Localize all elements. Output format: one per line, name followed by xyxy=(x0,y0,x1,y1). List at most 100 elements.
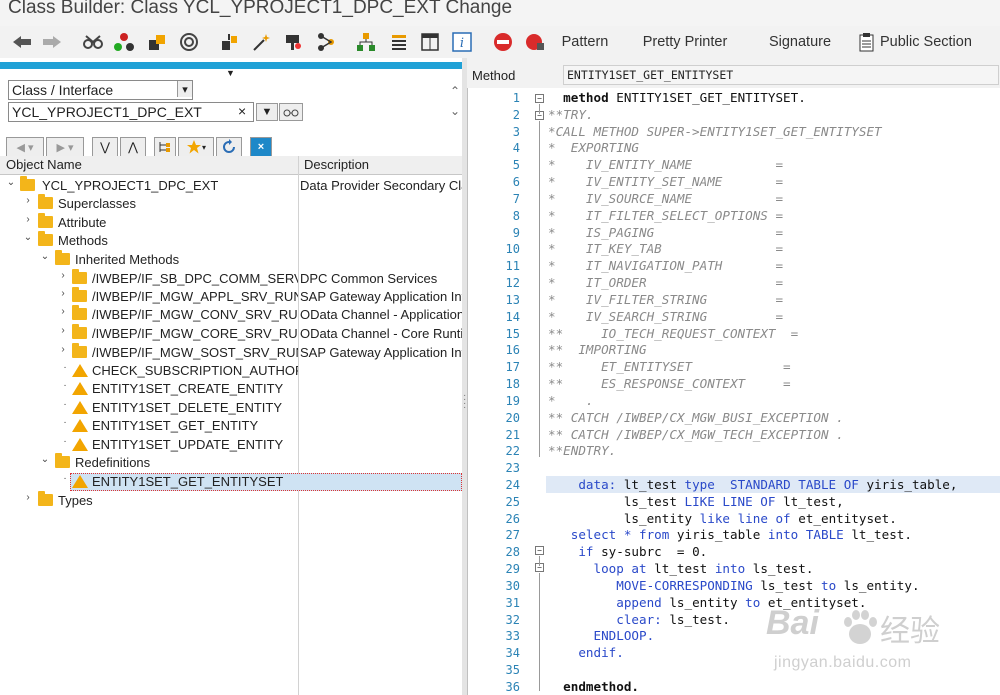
object-type-select[interactable]: Class / Interface ▾ xyxy=(8,80,193,100)
tree-forward-button[interactable]: ▶ ▾ xyxy=(46,137,84,157)
pattern-button[interactable]: Pattern xyxy=(560,31,610,53)
object-icon[interactable] xyxy=(218,31,240,53)
chevron-down-icon[interactable]: ▾ xyxy=(177,81,192,97)
tree-node-redefinitions[interactable]: ⌄ Redefinitions xyxy=(0,453,462,472)
expand-arrow-icon[interactable]: ⌄ xyxy=(6,177,16,188)
hierarchy-icon[interactable] xyxy=(315,31,337,53)
back-icon[interactable] xyxy=(10,31,34,53)
warning-triangle-icon xyxy=(72,382,88,395)
dropdown-arrow-icon[interactable]: ▼ xyxy=(226,68,235,78)
forward-icon[interactable] xyxy=(40,31,64,53)
code-line-34: endif. xyxy=(548,645,624,660)
method-label: Method xyxy=(472,68,516,83)
tree-node-method[interactable]: · ENTITY1SET_CREATE_ENTITY xyxy=(0,380,462,398)
watermark-brand-cn: 经验 xyxy=(880,615,940,648)
object-list-icon[interactable] xyxy=(282,31,304,53)
collapsed-arrow-icon[interactable]: › xyxy=(58,344,68,355)
tree-node-method[interactable]: · ENTITY1SET_DELETE_ENTITY xyxy=(0,399,462,417)
line-number: 19 xyxy=(505,394,520,408)
document-icon[interactable] xyxy=(419,31,441,53)
tree-node-interface[interactable]: › /IWBEP/IF_SB_DPC_COMM_SERVICES DPC Com… xyxy=(0,269,462,288)
glasses-icon[interactable] xyxy=(82,31,104,53)
favorites-star-icon[interactable]: ▾ xyxy=(178,137,214,157)
tree-node-inherited-methods[interactable]: ⌄ Inherited Methods xyxy=(0,250,462,269)
tree-node-methods[interactable]: ⌄ Methods xyxy=(0,231,462,250)
tree-node-superclasses[interactable]: › Superclasses xyxy=(0,194,462,213)
public-section-button[interactable]: Public Section xyxy=(880,31,974,53)
fold-toggle-icon[interactable]: − xyxy=(535,94,544,103)
code-line-21: ** CATCH /IWBEP/CX_MGW_TECH_EXCEPTION . xyxy=(548,427,844,442)
tree-node-method[interactable]: · ENTITY1SET_GET_ENTITY xyxy=(0,417,462,435)
code-line-2: **TRY. xyxy=(548,107,594,122)
tree-back-button[interactable]: ◀ ▾ xyxy=(6,137,44,157)
collapsed-arrow-icon[interactable]: › xyxy=(58,306,68,317)
folder-icon xyxy=(72,324,87,339)
breakpoint-icon[interactable] xyxy=(524,31,546,53)
collapsed-arrow-icon[interactable]: › xyxy=(58,325,68,336)
code-line-7: * IV_SOURCE_NAME = xyxy=(548,191,784,206)
collapsed-arrow-icon[interactable]: › xyxy=(58,288,68,299)
column-description[interactable]: Description xyxy=(304,157,369,172)
expand-arrow-icon[interactable]: ⌄ xyxy=(40,251,50,262)
object-name-value: YCL_YPROJECT1_DPC_EXT xyxy=(12,104,202,120)
tree-node-class[interactable]: ⌄ YCL_YPROJECT1_DPC_EXT Data Provider Se… xyxy=(0,176,462,195)
tree-node-method-selected[interactable]: · ENTITY1SET_GET_ENTITYSET xyxy=(0,473,462,491)
expand-arrow-icon[interactable]: ⌄ xyxy=(40,454,50,465)
line-number: 18 xyxy=(505,377,520,391)
line-number: 36 xyxy=(505,680,520,694)
close-tree-icon[interactable]: × xyxy=(250,137,272,157)
leaf-dot: · xyxy=(63,380,67,391)
object-name-field[interactable]: YCL_YPROJECT1_DPC_EXT × xyxy=(8,102,254,122)
line-number: 5 xyxy=(512,158,520,172)
signature-button[interactable]: Signature xyxy=(768,31,832,53)
tree-node-method[interactable]: · CHECK_SUBSCRIPTION_AUTHORITY xyxy=(0,362,462,380)
collapse-all-icon[interactable]: ⋀ xyxy=(120,137,146,157)
tree-node-interface[interactable]: › /IWBEP/IF_MGW_CONV_SRV_RUNTIME OData C… xyxy=(0,305,462,324)
where-used-icon[interactable] xyxy=(178,31,200,53)
stop-icon[interactable] xyxy=(492,31,514,53)
collapsed-arrow-icon[interactable]: › xyxy=(58,270,68,281)
collapsed-arrow-icon[interactable]: › xyxy=(23,195,33,206)
tree-node-label: /IWBEP/IF_MGW_APPL_SRV_RUNTIME xyxy=(92,289,298,304)
tree-node-interface[interactable]: › /IWBEP/IF_MGW_CORE_SRV_RUNTIME OData C… xyxy=(0,324,462,343)
folder-icon xyxy=(72,287,87,302)
info-icon[interactable]: i xyxy=(451,31,473,53)
expand-all-icon[interactable]: ⋁ xyxy=(92,137,118,157)
tree-node-attribute[interactable]: › Attribute xyxy=(0,213,462,232)
refresh-icon[interactable] xyxy=(216,137,242,157)
hierarchy-tree-icon[interactable] xyxy=(154,137,176,157)
tree-node-interface[interactable]: › /IWBEP/IF_MGW_APPL_SRV_RUNTIME SAP Gat… xyxy=(0,287,462,306)
expand-arrow-icon[interactable]: ⌄ xyxy=(23,232,33,243)
code-line-28: if sy-subrc = 0. xyxy=(548,544,708,559)
line-number: 32 xyxy=(505,613,520,627)
collapsed-arrow-icon[interactable]: › xyxy=(23,214,33,225)
tree-node-types[interactable]: › Types xyxy=(0,491,462,510)
tree-node-interface[interactable]: › /IWBEP/IF_MGW_SOST_SRV_RUNTIME SAP Gat… xyxy=(0,343,462,362)
code-line-29: loop at lt_test into ls_test. xyxy=(548,561,814,576)
application-toolbar: i Pattern Pretty Printer Signature Publi… xyxy=(0,26,1000,59)
code-line-3: *CALL METHOD SUPER->ENTITY1SET_GET_ENTIT… xyxy=(548,124,882,139)
scroll-down-icon[interactable]: ⌄ xyxy=(450,104,460,118)
tree-node-method[interactable]: · ENTITY1SET_UPDATE_ENTITY xyxy=(0,436,462,454)
folder-icon xyxy=(20,176,35,191)
folder-icon xyxy=(38,194,53,209)
pretty-printer-button[interactable]: Pretty Printer xyxy=(640,31,730,53)
line-number: 22 xyxy=(505,444,520,458)
collapsed-arrow-icon[interactable]: › xyxy=(23,492,33,503)
activate-icon[interactable] xyxy=(146,31,168,53)
fold-toggle-icon[interactable]: − xyxy=(535,546,544,555)
list-icon[interactable] xyxy=(388,31,410,53)
display-glasses-icon[interactable] xyxy=(279,103,303,121)
line-number: 16 xyxy=(505,343,520,357)
tree-icon[interactable] xyxy=(113,31,135,53)
tree-node-label: Attribute xyxy=(58,215,107,230)
code-line-19: * . xyxy=(548,393,594,408)
scroll-up-icon[interactable]: ⌃ xyxy=(450,84,460,98)
column-object-name[interactable]: Object Name xyxy=(6,157,82,172)
clear-icon[interactable]: × xyxy=(238,103,246,119)
warning-triangle-icon xyxy=(72,364,88,377)
dropdown-button[interactable]: ▼ xyxy=(256,103,278,121)
org-structure-icon[interactable] xyxy=(355,31,377,53)
magic-icon[interactable] xyxy=(250,31,272,53)
method-name-field[interactable]: ENTITY1SET_GET_ENTITYSET xyxy=(563,65,999,85)
